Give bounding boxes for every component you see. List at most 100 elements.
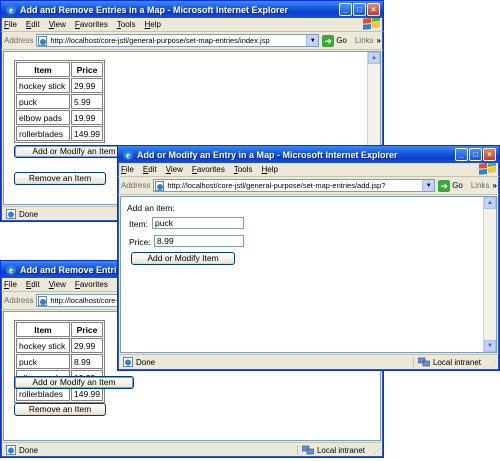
remove-item-button[interactable]: Remove an Item <box>14 403 106 416</box>
scroll-down-icon[interactable]: ▼ <box>484 340 496 352</box>
item-input[interactable]: puck <box>152 217 244 229</box>
done-icon <box>123 357 133 367</box>
chevron-right-icon[interactable]: » <box>377 36 381 45</box>
address-input[interactable]: http://localhost/core-jstl/general-purpo… <box>36 34 320 47</box>
status-bar: Done Local intranet <box>120 354 497 369</box>
column-header-item: Item <box>16 322 70 337</box>
browser-window-front[interactable]: Add or Modify an Entry in a Map - Micros… <box>117 145 500 371</box>
table-row: puck 8.99 <box>16 354 103 369</box>
menu-tools[interactable]: Tools <box>234 165 253 174</box>
table-row: elbow pads 19.99 <box>16 110 103 125</box>
table-row: puck 5.99 <box>16 94 103 109</box>
ie-icon <box>123 149 133 160</box>
status-text: Done <box>136 357 156 367</box>
table-row: hockey stick 29.99 <box>16 78 103 93</box>
item-label: Item: <box>129 219 148 229</box>
resize-grip-icon[interactable]: ⋰ <box>374 447 381 455</box>
ie-icon <box>6 264 16 275</box>
dropdown-icon[interactable]: ▼ <box>422 180 435 191</box>
address-input[interactable]: http://localhost/core-jstl/general-purpo… <box>153 179 436 192</box>
price-cell: 8.99 <box>71 354 103 369</box>
price-label: Price: <box>129 237 151 247</box>
menu-edit[interactable]: Edit <box>26 280 40 289</box>
price-table: Item Price hockey stick 29.99 puck 5.99 … <box>14 60 105 143</box>
add-or-modify-button[interactable]: Add or Modify an Item <box>14 376 134 389</box>
windows-logo-icon <box>363 18 380 30</box>
minimize-icon[interactable]: _ <box>339 3 352 16</box>
price-cell: 29.99 <box>71 338 103 353</box>
price-input[interactable]: 8.99 <box>154 235 244 247</box>
price-cell: 29.99 <box>71 78 103 93</box>
add-or-modify-button[interactable]: Add or Modify an Item <box>14 145 134 158</box>
scroll-up-icon[interactable]: ▲ <box>484 197 496 209</box>
menu-view[interactable]: View <box>49 280 66 289</box>
done-icon <box>6 445 16 455</box>
scrollbar[interactable]: ▲ ▼ <box>483 197 496 352</box>
item-cell: puck <box>16 354 70 369</box>
go-arrow-icon: ➜ <box>322 34 335 47</box>
go-label: Go <box>452 181 463 190</box>
security-zone: Local intranet <box>296 445 381 455</box>
chevron-right-icon[interactable]: » <box>493 181 497 190</box>
window-title: Add and Remove Entries in a Map - Micros… <box>20 4 289 15</box>
column-header-price: Price <box>71 62 103 77</box>
network-icon <box>417 357 430 367</box>
price-table: Item Price hockey stick 29.99 puck 8.99 … <box>14 320 105 403</box>
resize-grip-icon[interactable]: ⋰ <box>490 360 497 368</box>
ie-icon <box>6 4 16 15</box>
title-bar[interactable]: Add or Modify an Entry in a Map - Micros… <box>118 146 499 163</box>
go-arrow-icon: ➜ <box>438 179 451 192</box>
item-cell: hockey stick <box>16 338 70 353</box>
item-cell: elbow pads <box>16 110 70 125</box>
address-label: Address <box>4 296 34 305</box>
price-cell: 149.99 <box>71 126 103 141</box>
title-bar[interactable]: Add and Remove Entries in a Map - Micros… <box>1 1 383 18</box>
table-header-row: Item Price <box>16 62 103 77</box>
go-button[interactable]: ➜ Go <box>322 34 347 47</box>
menu-view[interactable]: View <box>49 20 66 29</box>
go-button[interactable]: ➜ Go <box>438 179 463 192</box>
maximize-icon[interactable]: □ <box>353 3 366 16</box>
page-content: Add an item: Item: puck Price: 8.99 Add … <box>120 196 497 353</box>
maximize-icon[interactable]: □ <box>469 148 482 161</box>
add-or-modify-item-button[interactable]: Add or Modify Item <box>131 252 235 265</box>
menu-favorites[interactable]: Favorites <box>75 280 108 289</box>
menu-file[interactable]: File <box>121 165 134 174</box>
menu-file[interactable]: File <box>4 280 17 289</box>
table-row: rollerblades 149.99 <box>16 126 103 141</box>
minimize-icon[interactable]: _ <box>455 148 468 161</box>
dropdown-icon[interactable]: ▼ <box>306 35 319 46</box>
scroll-up-icon[interactable]: ▲ <box>368 52 380 64</box>
menu-bar: File Edit View Favorites Tools Help <box>118 163 499 177</box>
menu-favorites[interactable]: Favorites <box>192 165 225 174</box>
address-bar: Address http://localhost/core-jstl/gener… <box>1 32 383 50</box>
close-icon[interactable]: × <box>367 3 380 16</box>
menu-edit[interactable]: Edit <box>143 165 157 174</box>
menu-edit[interactable]: Edit <box>26 20 40 29</box>
address-url: http://localhost/core-jstl/general-purpo… <box>167 181 386 190</box>
menu-help[interactable]: Help <box>262 165 278 174</box>
item-cell: puck <box>16 94 70 109</box>
menu-file[interactable]: File <box>4 20 17 29</box>
status-text: Done <box>19 209 39 219</box>
page-icon <box>155 180 165 191</box>
address-url: http://localhost/core-jstl/general-purpo… <box>50 36 270 45</box>
network-icon <box>301 445 314 455</box>
close-icon[interactable]: × <box>483 148 496 161</box>
item-cell: hockey stick <box>16 78 70 93</box>
window-title: Add or Modify an Entry in a Map - Micros… <box>137 149 398 160</box>
zone-text: Local intranet <box>316 445 365 455</box>
form-heading: Add an item: <box>127 203 175 213</box>
item-cell: rollerblades <box>16 126 70 141</box>
menu-bar: File Edit View Favorites Tools Help <box>1 18 383 32</box>
links-label[interactable]: Links <box>471 181 490 190</box>
links-label[interactable]: Links <box>355 36 374 45</box>
remove-item-button[interactable]: Remove an Item <box>14 172 106 185</box>
zone-text: Local intranet <box>432 357 481 367</box>
menu-favorites[interactable]: Favorites <box>75 20 108 29</box>
table-header-row: Item Price <box>16 322 103 337</box>
menu-tools[interactable]: Tools <box>117 20 136 29</box>
menu-help[interactable]: Help <box>145 20 161 29</box>
address-label: Address <box>4 36 34 45</box>
menu-view[interactable]: View <box>166 165 183 174</box>
